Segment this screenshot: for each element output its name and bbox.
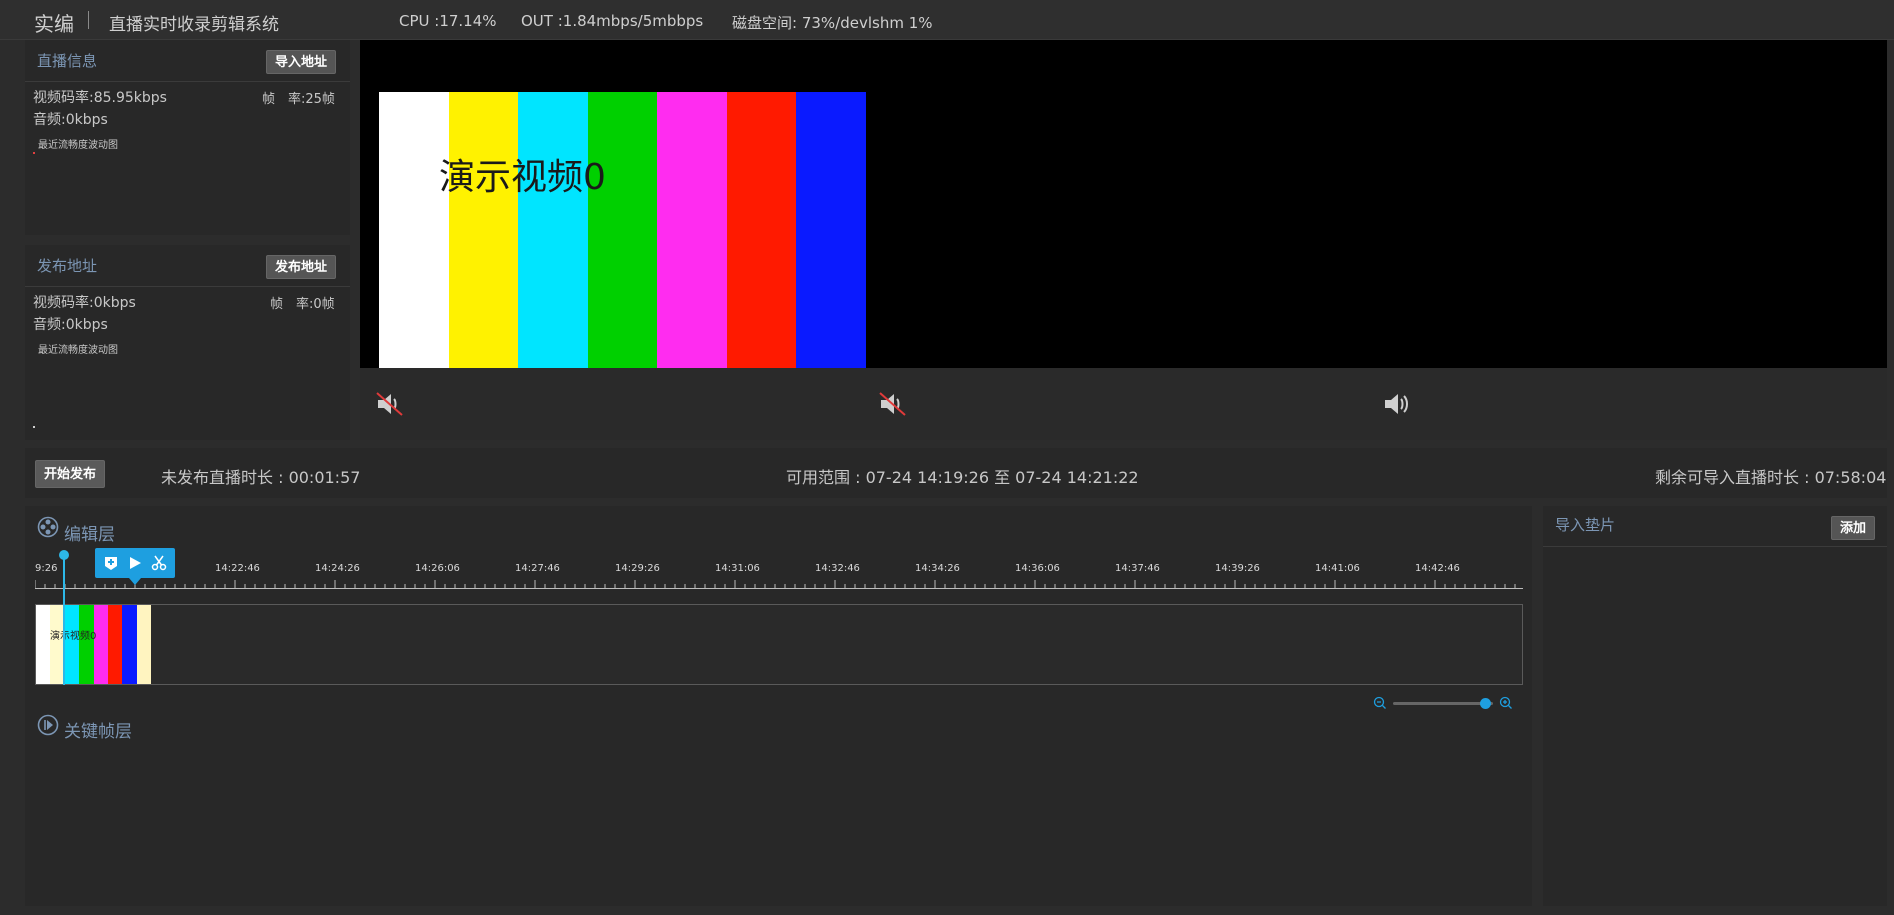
panel-divider [1543, 546, 1887, 547]
disk-stat: 磁盘空间: 73%/devlshm 1% [732, 14, 933, 32]
speaker-icon[interactable] [1382, 390, 1412, 418]
live-fluency-chart [33, 152, 35, 154]
publish-info-panel: 发布地址 发布地址 视频码率:0kbps 帧 率:0帧 音频:0kbps 最近流… [25, 245, 350, 440]
ruler-time-label: 14:32:46 [815, 563, 860, 574]
audio-controls [360, 368, 1887, 440]
ruler-time-label: 14:34:26 [915, 563, 960, 574]
cpu-stat: CPU :17.14% [399, 12, 497, 30]
out-stat: OUT :1.84mbps/5mbbps [521, 12, 704, 30]
ruler-time-label: 9:26 [35, 563, 58, 574]
panel-divider [25, 81, 350, 82]
zoom-in-icon[interactable] [1499, 696, 1513, 710]
publish-audio: 音频:0kbps [33, 317, 108, 333]
zoom-out-icon[interactable] [1373, 696, 1387, 710]
thumb-bar [107, 605, 123, 684]
brand-logo-text: 实编 [34, 12, 74, 36]
muted-speaker-icon[interactable] [375, 390, 405, 418]
edit-layer-title: 编辑层 [64, 525, 115, 545]
thumb-bar [36, 605, 51, 684]
thumb-bar [122, 605, 137, 684]
color-bar [657, 92, 727, 368]
available-range: 可用范围 : 07-24 14:19:26 至 07-24 14:21:22 [786, 468, 1139, 487]
thumb-bar [79, 605, 94, 684]
edit-track[interactable]: 演示视频0 [35, 604, 1523, 685]
live-info-title: 直播信息 [37, 52, 98, 70]
ruler-time-label: 14:36:06 [1015, 563, 1060, 574]
publish-control-bar: 开始发布 未发布直播时长 : 00:01:57 可用范围 : 07-24 14:… [25, 448, 1887, 498]
publish-info-title: 发布地址 [37, 257, 98, 275]
keyframe-icon [37, 714, 59, 736]
play-icon[interactable] [127, 555, 143, 571]
color-bars-frame [379, 92, 867, 368]
top-bar: 实编 直播实时收录剪辑系统 CPU :17.14% OUT :1.84mbps/… [0, 0, 1894, 40]
import-pad-panel: 导入垫片 添加 [1543, 506, 1887, 906]
video-preview[interactable]: 演示视频0 [360, 40, 1887, 368]
color-bar [518, 92, 588, 368]
ruler-time-label: 14:31:06 [715, 563, 760, 574]
import-address-button[interactable]: 导入地址 [266, 50, 337, 74]
add-marker-icon[interactable] [103, 555, 119, 571]
thumb-bar [64, 605, 80, 684]
color-bar [726, 92, 797, 368]
ruler-time-label: 14:41:06 [1315, 563, 1360, 574]
import-pad-title: 导入垫片 [1555, 516, 1616, 534]
scissors-icon[interactable] [151, 555, 167, 571]
ruler-time-label: 14:42:46 [1415, 563, 1460, 574]
live-video-bitrate: 视频码率:85.95kbps [33, 90, 167, 106]
ruler-time-label: 14:26:06 [415, 563, 460, 574]
color-bar [796, 92, 867, 368]
ruler-time-label: 14:29:26 [615, 563, 660, 574]
demo-video-label: 演示视频0 [439, 157, 606, 198]
remaining-duration: 剩余可导入直播时长 : 07:58:04 [1655, 468, 1887, 487]
color-bar [448, 92, 519, 368]
ruler-time-label: 14:37:46 [1115, 563, 1160, 574]
system-title: 直播实时收录剪辑系统 [109, 15, 279, 35]
color-bar [379, 92, 449, 368]
ruler-time-label: 14:22:46 [215, 563, 260, 574]
live-frame-rate: 帧 率:25帧 [262, 92, 335, 107]
live-fluency-chart-label: 最近流畅度波动图 [38, 140, 118, 151]
color-bar [587, 92, 658, 368]
playhead-handle[interactable] [59, 550, 69, 560]
zoom-slider-handle[interactable] [1480, 698, 1491, 709]
publish-frame-rate: 帧 率:0帧 [270, 297, 335, 312]
ruler-time-label: 14:24:26 [315, 563, 360, 574]
add-pad-button[interactable]: 添加 [1831, 516, 1876, 540]
playhead-line[interactable] [63, 554, 65, 685]
publish-fluency-chart [33, 426, 35, 428]
live-info-panel: 直播信息 导入地址 视频码率:85.95kbps 帧 率:25帧 音频:0kbp… [25, 40, 350, 235]
film-reel-icon [37, 516, 59, 538]
thumb-bar [136, 605, 151, 684]
publish-address-button[interactable]: 发布地址 [266, 255, 337, 279]
thumb-bar [93, 605, 108, 684]
publish-fluency-chart-label: 最近流畅度波动图 [38, 345, 118, 356]
live-audio: 音频:0kbps [33, 112, 108, 128]
panel-divider [25, 286, 350, 287]
keyframe-layer-title: 关键帧层 [64, 722, 132, 742]
muted-speaker-icon[interactable] [878, 390, 908, 418]
edit-panel: 编辑层 9:26 14:22:46 14:24:26 14:26:06 14:27:46… [25, 506, 1532, 906]
video-clip-thumbnail[interactable] [36, 605, 151, 684]
start-publish-button[interactable]: 开始发布 [35, 460, 106, 488]
clip-toolbar [95, 548, 175, 585]
publish-video-bitrate: 视频码率:0kbps [33, 295, 136, 311]
ruler-time-label: 14:27:46 [515, 563, 560, 574]
brand-separator [88, 11, 89, 29]
zoom-slider-track[interactable] [1393, 702, 1493, 705]
ruler-time-label: 14:39:26 [1215, 563, 1260, 574]
clip-label: 演示视频0 [50, 631, 97, 642]
unpublished-duration: 未发布直播时长 : 00:01:57 [161, 468, 361, 487]
ruler-baseline [35, 588, 1523, 589]
